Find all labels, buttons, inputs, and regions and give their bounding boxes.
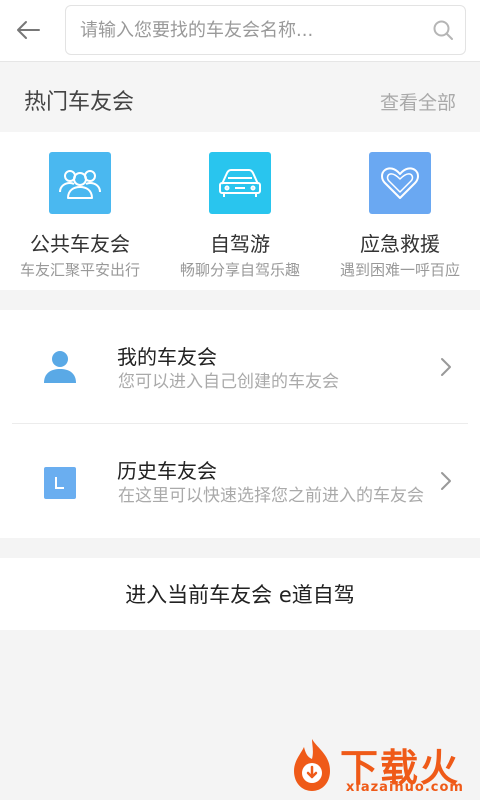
- search-box[interactable]: [65, 5, 466, 55]
- chevron-right-icon: [438, 469, 454, 493]
- category-desc: 遇到困难一呼百应: [339, 261, 460, 279]
- list-item-my-clubs[interactable]: 我的车友会 您可以进入自己创建的车友会: [0, 310, 480, 423]
- see-all-link[interactable]: 查看全部: [380, 88, 456, 115]
- watermark-url: xiazaihuo.com: [346, 780, 464, 795]
- watermark-logo: 下载火 xiazaihuo.com: [284, 735, 480, 800]
- category-emergency-rescue[interactable]: 应急救援 遇到困难一呼百应: [320, 132, 480, 290]
- top-bar: [0, 0, 480, 62]
- hot-section-header: 热门车友会 查看全部: [0, 62, 480, 132]
- category-desc: 畅聊分享自驾乐趣: [179, 261, 300, 279]
- category-desc: 车友汇聚平安出行: [19, 261, 140, 279]
- list-item-subtitle: 在这里可以快速选择您之前进入的车友会: [118, 486, 424, 506]
- history-icon: [40, 463, 80, 503]
- search-icon[interactable]: [421, 8, 465, 52]
- search-input[interactable]: [66, 6, 421, 54]
- category-label: 公共车友会: [30, 232, 130, 256]
- enter-current-club-button[interactable]: 进入当前车友会 e道自驾: [0, 558, 480, 630]
- car-icon: [209, 152, 271, 214]
- category-label: 自驾游: [210, 232, 270, 256]
- flame-icon: [294, 739, 330, 791]
- arrow-left-icon: [17, 21, 40, 39]
- person-icon: [40, 346, 80, 386]
- category-public-club[interactable]: 公共车友会 车友汇聚平安出行: [0, 132, 160, 290]
- back-button[interactable]: [10, 12, 46, 48]
- category-label: 应急救援: [360, 232, 440, 256]
- list-item-title: 历史车友会: [117, 459, 217, 483]
- club-list: 我的车友会 您可以进入自己创建的车友会 历史车友会 在这里可以快速选择您之前进入…: [0, 310, 480, 538]
- chevron-right-icon: [438, 355, 454, 379]
- list-item-history-clubs[interactable]: 历史车友会 在这里可以快速选择您之前进入的车友会: [0, 423, 480, 538]
- list-item-title: 我的车友会: [117, 345, 217, 369]
- category-grid: 公共车友会 车友汇聚平安出行 自驾游 畅聊分享自驾乐趣 应急救援 遇到困难一呼百…: [0, 132, 480, 290]
- category-self-drive[interactable]: 自驾游 畅聊分享自驾乐趣: [160, 132, 320, 290]
- list-item-subtitle: 您可以进入自己创建的车友会: [118, 372, 339, 392]
- heart-icon: [369, 152, 431, 214]
- group-icon: [49, 152, 111, 214]
- section-title: 热门车友会: [24, 90, 135, 115]
